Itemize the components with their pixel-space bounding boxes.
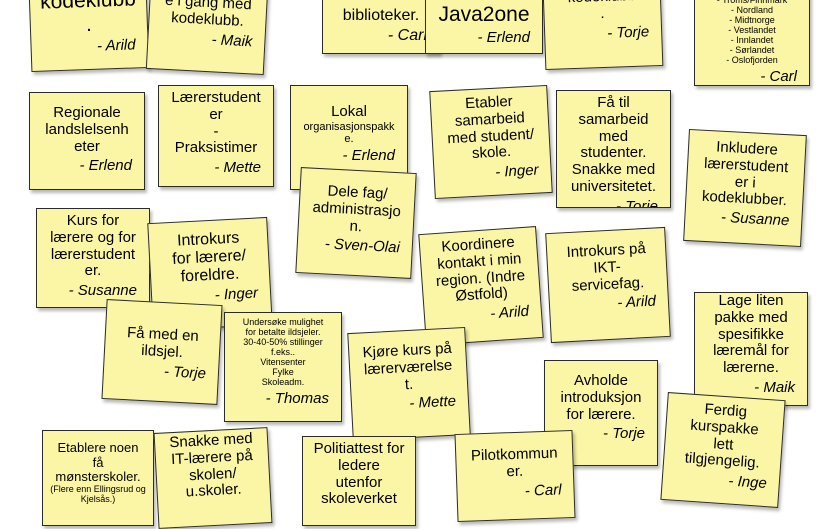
- note-author: - Maik: [754, 378, 795, 396]
- sticky-note: Inkludere lærerstudent er i kodeklubber.…: [683, 128, 807, 248]
- sticky-note: Politiattest for ledere utenfor skolever…: [302, 436, 416, 526]
- note-author: - Erlend: [477, 28, 530, 46]
- note-author: - Susanne: [68, 282, 137, 300]
- note-author: - Sven-Olai: [324, 235, 401, 257]
- note-text: Få til samarbeid med studenter. Snakke m…: [570, 94, 657, 195]
- note-author: - Mette: [214, 159, 261, 177]
- note-author: - Carl: [760, 67, 797, 85]
- note-author: - Maik: [211, 30, 253, 50]
- note-text: Snakke med IT-lærere på skolen/ u.skoler…: [168, 429, 254, 501]
- note-text: - Troms/Finnmark - Nordland - Midtnorge …: [716, 0, 788, 66]
- note-text: Regionale landslelsenh eter: [45, 104, 129, 155]
- note-text: Lage liten pakke med spesifikke læremål …: [713, 292, 789, 377]
- note-author: - Erlend: [79, 157, 132, 175]
- note-author: - Susanne: [720, 208, 790, 230]
- sticky-note: Etabler samarbeid med student/ skole. - …: [429, 84, 553, 200]
- note-text: Etablere noen få mønsterskoler.: [55, 440, 141, 485]
- sticky-note: kodeklubb . - Arild: [28, 0, 150, 73]
- note-text: Pilotkommun er.: [470, 444, 558, 481]
- sticky-note: Kurs for lærere og for lærerstudent er. …: [36, 208, 150, 308]
- note-author: - Carl: [387, 26, 427, 44]
- note-text: Kurs for lærere og for lærerstudent er.: [50, 212, 136, 280]
- note-author: - Arild: [616, 292, 657, 312]
- note-text: Lokal: [331, 103, 367, 120]
- sticky-note: - Troms/Finnmark - Nordland - Midtnorge …: [694, 0, 810, 86]
- note-text: Koordinere kontakt i min region. (Indre …: [435, 233, 526, 306]
- note-author: - Erlend: [342, 147, 395, 165]
- sticky-note: biblioteker. - Carl: [322, 0, 440, 54]
- note-author: - Thomas: [265, 389, 329, 407]
- note-author: - Arild: [96, 36, 136, 55]
- note-text: kodeklubb .: [39, 0, 137, 36]
- sticky-note: Dele fag/ administrasjo n. - Sven-Olai: [295, 167, 417, 279]
- note-paren-text: (Flere enn Ellingsrud og Kjelsås.): [50, 483, 146, 504]
- sticky-note-board: { "notes": [ {"id":"n1","text":"kodeklub…: [0, 0, 825, 529]
- note-author: - Mette: [408, 392, 457, 413]
- sticky-note: Pilotkommun er. - Carl: [454, 429, 576, 523]
- note-text: Dele fag/ administrasjo n.: [312, 182, 402, 235]
- sticky-note: Få med en ildsjel. - Torje: [101, 299, 223, 405]
- sticky-note: Etablere noen få mønsterskoler. (Flere e…: [42, 430, 154, 526]
- note-text: Kjøre kurs på lærerværelse t.: [362, 339, 453, 393]
- sticky-note: Få til samarbeid med studenter. Snakke m…: [556, 90, 671, 208]
- note-text: e i gang med kodeklubb.: [164, 0, 253, 30]
- note-text: Politiattest for ledere utenfor skolever…: [313, 440, 405, 508]
- note-author: - Torje: [616, 197, 658, 208]
- sticky-note: Ferdig kurspakke lett tilgjengelig. - In…: [660, 392, 786, 508]
- sticky-note: Introkurs på IKT- servicefag. - Arild: [545, 226, 671, 344]
- note-text: kodeklubb .: [567, 0, 636, 22]
- note-author: - Carl: [524, 480, 562, 500]
- note-text: Lærerstudent er - Praksistimer: [171, 89, 261, 157]
- note-author: - Torje: [163, 362, 207, 382]
- note-text: Undersøke mulighet for betalte ildsjeler…: [242, 317, 324, 388]
- sticky-note: Java2one - Erlend: [425, 0, 543, 54]
- note-text: Inkludere lærerstudent er i kodeklubber.: [701, 138, 789, 210]
- sticky-note: e i gang med kodeklubb. - Maik: [145, 0, 269, 76]
- sticky-note: Lage liten pakke med spesifikke læremål …: [694, 292, 808, 406]
- note-subtext: organisasjonspakk e.: [303, 120, 395, 146]
- sticky-note: Kjøre kurs på lærerværelse t. - Mette: [347, 326, 471, 442]
- sticky-note: Snakke med IT-lærere på skolen/ u.skoler…: [153, 427, 273, 529]
- note-text: Introkurs på IKT- servicefag.: [566, 239, 647, 295]
- sticky-note: Lærerstudent er - Praksistimer - Mette: [158, 85, 274, 187]
- sticky-note: Undersøke mulighet for betalte ildsjeler…: [224, 312, 342, 422]
- sticky-note: kodeklubb . - Torje: [542, 0, 664, 71]
- note-author: - Torje: [606, 22, 650, 42]
- note-text: Avholde introduksjon for lærere.: [560, 372, 642, 423]
- note-text: Ferdig kurspakke lett tilgjengelig.: [684, 400, 761, 472]
- note-author: - Inger: [494, 161, 539, 181]
- note-text: Få med en ildsjel.: [126, 324, 200, 361]
- note-text: Java2one: [438, 3, 530, 26]
- note-text: biblioteker.: [342, 7, 420, 24]
- note-text: Etabler samarbeid med student/ skole.: [446, 92, 535, 163]
- note-text: Introkurs for lærere/ foreldre.: [171, 229, 247, 286]
- sticky-note: Regionale landslelsenh eter - Erlend: [29, 92, 145, 190]
